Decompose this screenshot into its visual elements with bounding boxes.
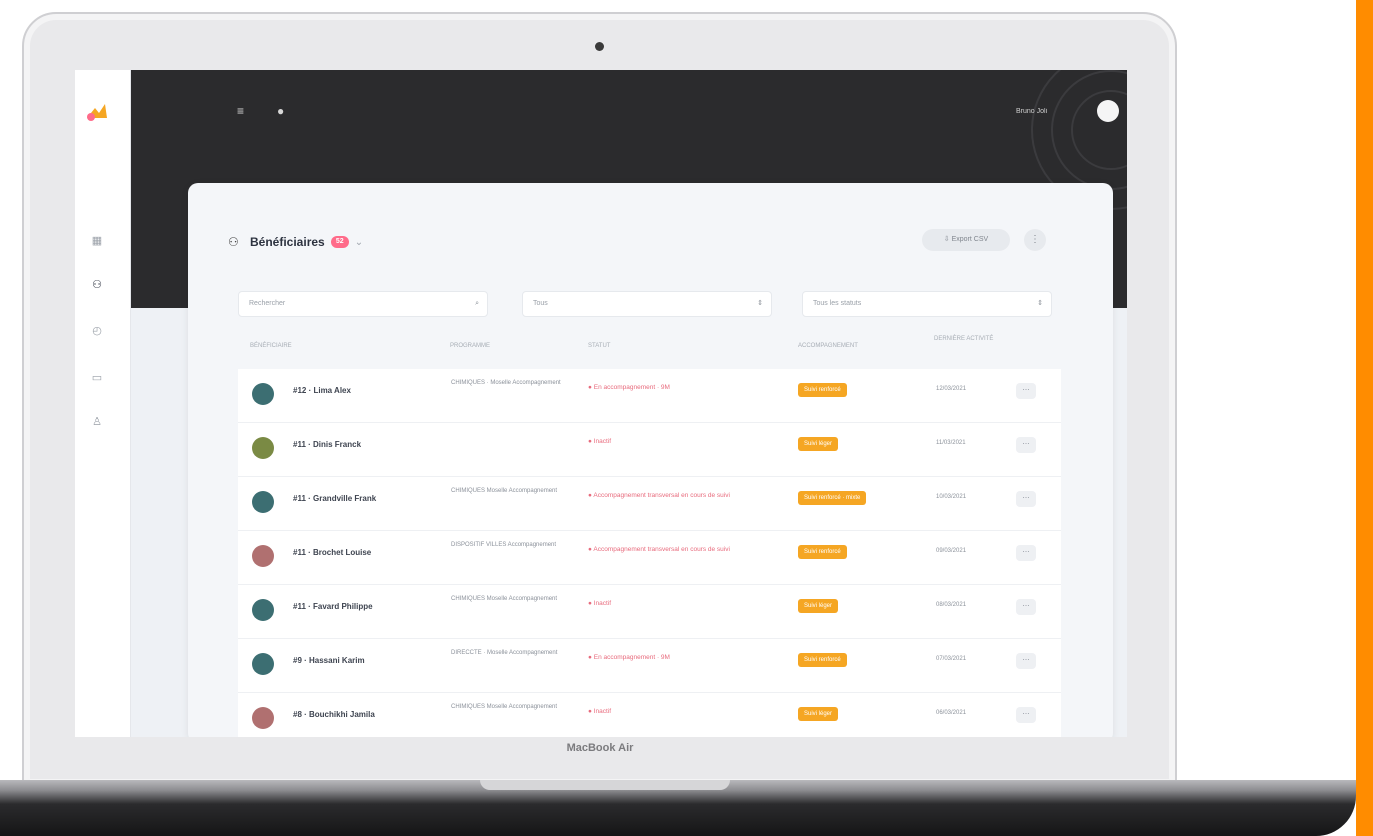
table-row[interactable]: #9 · Hassani Karim DIRECCTE · Moselle Acc… [238, 639, 1061, 693]
program-text: CHIMIQUES Moselle Accompagnement [451, 596, 558, 602]
table-row[interactable]: #12 · Lima Alex CHIMIQUES · Moselle Accom… [238, 369, 1061, 423]
program-text: CHIMIQUES · Moselle Accompagnement [451, 380, 561, 386]
brand-logo[interactable] [83, 98, 111, 124]
table-row[interactable]: #11 · Brochet Louise DISPOSITIF VILLES Ac… [238, 531, 1061, 585]
row-action-button[interactable]: ⋯ [1016, 599, 1036, 615]
table-row[interactable]: #11 · Dinis Franck ● Inactif Suivi léger 11… [238, 423, 1061, 477]
laptop-screen: ▦ ⚇ ◴ ▭ ♙ ≡ ● Bruno Joli ⚇ Bénéficiaires… [75, 70, 1127, 737]
message-icon[interactable]: ▭ [91, 373, 103, 384]
status-text: ● En accompagnement · 9M [588, 384, 670, 391]
clock-icon[interactable]: ◴ [91, 326, 103, 337]
avatar [252, 437, 274, 459]
user-name[interactable]: Bruno Joli [1016, 108, 1080, 116]
status-text: ● Inactif [588, 600, 612, 607]
chevron-updown-icon: ⇕ [1037, 300, 1043, 307]
beneficiary-name[interactable]: #12 · Lima Alex [293, 385, 423, 396]
program-select[interactable]: Tous ⇕ [522, 291, 772, 317]
program-text: CHIMIQUES Moselle Accompagnement [451, 488, 558, 494]
status-badge: Suivi léger [798, 437, 839, 451]
status-badge: Suivi léger [798, 599, 839, 613]
table-row[interactable]: #11 · Grandville Frank CHIMIQUES Moselle … [238, 477, 1061, 531]
count-badge: 52 [330, 236, 349, 248]
status-badge: Suivi renforcé [798, 653, 847, 667]
row-action-button[interactable]: ⋯ [1016, 437, 1036, 453]
content-card: ⚇ Bénéficiaires 52 ⌄ ⇩ Export CSV ⋮ Rech… [188, 183, 1113, 737]
last-activity-date: 06/03/2021 [936, 710, 967, 716]
column-header[interactable]: PROGRAMME [450, 343, 490, 349]
last-activity-date: 07/03/2021 [936, 656, 967, 662]
table-row[interactable]: #8 · Bouchikhi Jamila CHIMIQUES Moselle A… [238, 693, 1061, 737]
beneficiary-name[interactable]: #8 · Bouchikhi Jamila [293, 709, 423, 720]
status-text: ● En accompagnement · 9M [588, 654, 670, 661]
avatar [252, 653, 274, 675]
status-text: ● Inactif [588, 438, 612, 445]
search-icon: ⌕ [475, 300, 479, 307]
row-action-button[interactable]: ⋯ [1016, 707, 1036, 723]
avatar [252, 491, 274, 513]
program-text: DISPOSITIF VILLES Accompagnement [451, 542, 557, 548]
stage: ▦ ⚇ ◴ ▭ ♙ ≡ ● Bruno Joli ⚇ Bénéficiaires… [0, 0, 1373, 836]
status-badge: Suivi renforcé · mixte [798, 491, 867, 505]
row-action-button[interactable]: ⋯ [1016, 383, 1036, 399]
beneficiary-name[interactable]: #11 · Dinis Franck [293, 439, 423, 450]
row-action-button[interactable]: ⋯ [1016, 491, 1036, 507]
column-header[interactable]: DERNIÈRE ACTIVITÉ [934, 336, 994, 342]
program-text: DIRECCTE · Moselle Accompagnement [451, 650, 558, 656]
avatar [252, 383, 274, 405]
beneficiary-name[interactable]: #11 · Favard Philippe [293, 601, 423, 612]
beneficiary-name[interactable]: #11 · Brochet Louise [293, 547, 423, 558]
status-text: ● Accompagnement transversal en cours de… [588, 546, 730, 553]
page-header: ⚇ Bénéficiaires 52 ⌄ [228, 231, 363, 253]
row-action-button[interactable]: ⋯ [1016, 653, 1036, 669]
beneficiary-name[interactable]: #9 · Hassani Karim [293, 655, 423, 666]
status-badge: Suivi renforcé [798, 383, 847, 397]
status-text: ● Accompagnement transversal en cours de… [588, 492, 730, 499]
camera-dot [595, 42, 604, 51]
search-input[interactable]: Rechercher ⌕ [238, 291, 488, 317]
avatar[interactable] [1097, 100, 1119, 122]
beneficiary-name[interactable]: #11 · Grandville Frank [293, 493, 423, 504]
chevron-down-icon[interactable]: ⌄ [355, 237, 363, 248]
users-icon[interactable]: ⚇ [91, 280, 103, 291]
program-text: CHIMIQUES Moselle Accompagnement [451, 704, 558, 710]
status-text: ● Inactif [588, 708, 612, 715]
more-button[interactable]: ⋮ [1024, 229, 1046, 251]
avatar [252, 707, 274, 729]
avatar [252, 599, 274, 621]
status-select-value: Tous les statuts [813, 300, 862, 307]
last-activity-date: 11/03/2021 [936, 440, 966, 446]
laptop-notch [480, 780, 730, 790]
person-icon[interactable]: ♙ [91, 417, 103, 428]
status-select[interactable]: Tous les statuts ⇕ [802, 291, 1052, 317]
row-action-button[interactable]: ⋯ [1016, 545, 1036, 561]
table-row[interactable]: #11 · Favard Philippe CHIMIQUES Moselle A… [238, 585, 1061, 639]
page-title: Bénéficiaires [250, 235, 325, 249]
export-button[interactable]: ⇩ Export CSV [922, 229, 1010, 251]
last-activity-date: 12/03/2021 [936, 386, 967, 392]
sidebar: ▦ ⚇ ◴ ▭ ♙ [75, 70, 131, 737]
help-icon[interactable]: ● [277, 105, 287, 117]
menu-icon[interactable]: ≡ [237, 105, 247, 117]
avatar [252, 545, 274, 567]
column-header[interactable]: STATUT [588, 343, 610, 349]
last-activity-date: 09/03/2021 [936, 548, 967, 554]
status-badge: Suivi renforcé [798, 545, 847, 559]
last-activity-date: 10/03/2021 [936, 494, 967, 500]
accent-bar [1356, 0, 1373, 836]
users-icon: ⚇ [228, 235, 239, 249]
column-header[interactable]: BÉNÉFICIAIRE [250, 343, 292, 349]
status-badge: Suivi léger [798, 707, 839, 721]
device-model-label: MacBook Air [566, 742, 634, 754]
program-select-value: Tous [533, 300, 548, 307]
last-activity-date: 08/03/2021 [936, 602, 967, 608]
search-placeholder: Rechercher [249, 300, 286, 307]
chevron-updown-icon: ⇕ [757, 300, 763, 307]
grid-icon[interactable]: ▦ [91, 236, 103, 247]
column-header[interactable]: ACCOMPAGNEMENT [798, 343, 858, 349]
